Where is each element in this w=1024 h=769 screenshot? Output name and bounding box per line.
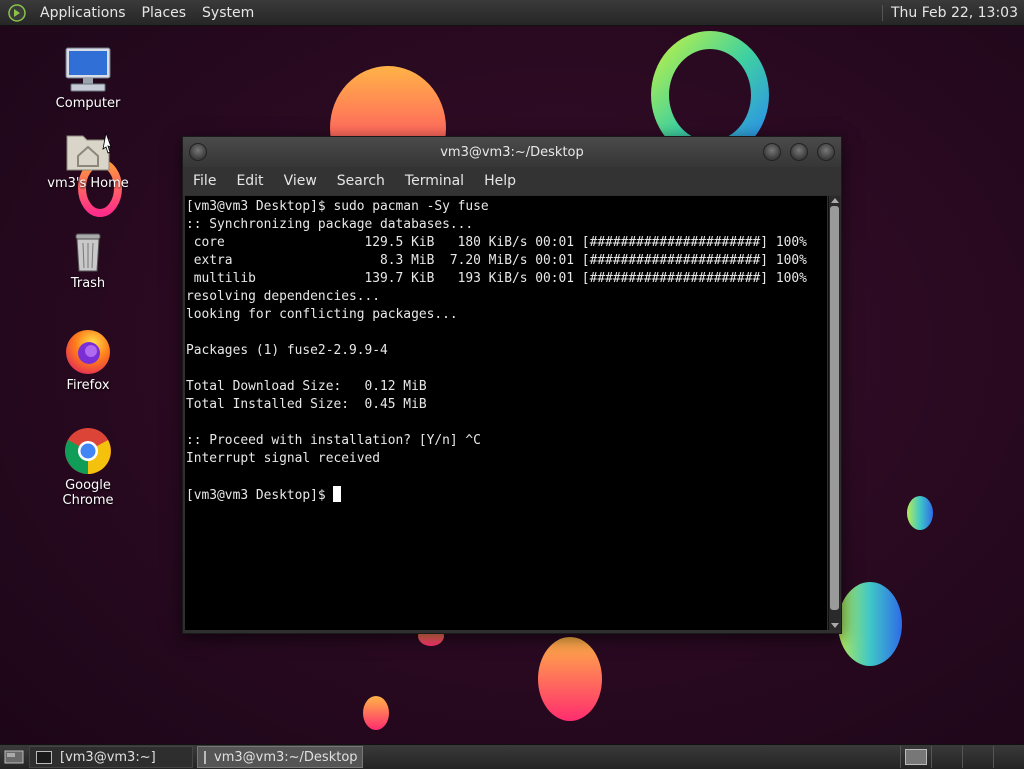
trash-icon xyxy=(75,233,101,272)
desktop-icon-computer[interactable]: Computer xyxy=(38,46,138,111)
menu-applications[interactable]: Applications xyxy=(32,5,134,21)
terminal-menubar: File Edit View Search Terminal Help xyxy=(183,167,841,195)
firefox-icon xyxy=(66,330,110,374)
window-menu-button[interactable] xyxy=(189,143,207,161)
terminal-prompt: [vm3@vm3 Desktop]$ xyxy=(186,488,334,503)
taskbar-item-desktop-terminal[interactable]: vm3@vm3:~/Desktop xyxy=(197,746,363,768)
terminal-scrollbar[interactable] xyxy=(828,196,840,630)
minimize-button[interactable] xyxy=(763,143,781,161)
workspace-2[interactable] xyxy=(931,746,962,768)
close-button[interactable] xyxy=(817,143,835,161)
terminal-icon xyxy=(204,750,206,764)
menu-file[interactable]: File xyxy=(183,173,226,189)
desktop-icon-label: vm3's Home xyxy=(47,176,129,191)
terminal-lines: [vm3@vm3 Desktop]$ sudo pacman -Sy fuse … xyxy=(186,199,807,503)
desktop-icon-trash[interactable]: Trash xyxy=(38,228,138,291)
computer-icon xyxy=(65,47,111,92)
terminal-output[interactable]: [vm3@vm3 Desktop]$ sudo pacman -Sy fuse … xyxy=(185,196,827,630)
menu-edit[interactable]: Edit xyxy=(226,173,273,189)
scroll-up-icon[interactable] xyxy=(831,198,839,203)
desktop-icon-home[interactable]: vm3's Home xyxy=(38,128,138,191)
workspace-thumbnail xyxy=(905,749,927,765)
workspace-4[interactable] xyxy=(993,746,1024,768)
maximize-button[interactable] xyxy=(790,143,808,161)
desktop-icon-label: Google Chrome xyxy=(62,478,114,508)
desktop-icon-firefox[interactable]: Firefox xyxy=(38,326,138,393)
menu-help[interactable]: Help xyxy=(474,173,526,189)
show-desktop-icon[interactable] xyxy=(3,748,25,766)
window-titlebar[interactable]: vm3@vm3:~/Desktop xyxy=(183,137,841,167)
home-folder-icon xyxy=(66,131,112,171)
workspace-switcher xyxy=(900,746,1024,768)
chrome-icon xyxy=(65,428,111,474)
taskbar-item-label: vm3@vm3:~/Desktop xyxy=(214,749,358,765)
clock[interactable]: Thu Feb 22, 13:03 xyxy=(881,4,1018,21)
taskbar-item-home-terminal[interactable]: [vm3@vm3:~] xyxy=(29,746,193,768)
text-cursor xyxy=(333,486,342,502)
menu-system[interactable]: System xyxy=(194,5,262,21)
menu-view[interactable]: View xyxy=(274,173,327,189)
terminal-window[interactable]: vm3@vm3:~/Desktop File Edit View Search … xyxy=(182,136,842,634)
terminal-icon xyxy=(36,750,52,764)
desktop-icon-chrome[interactable]: Google Chrome xyxy=(38,426,138,508)
scrollbar-thumb[interactable] xyxy=(830,206,839,610)
workspace-3[interactable] xyxy=(962,746,993,768)
desktop-icon-label: Computer xyxy=(55,96,121,111)
desktop-icon-label: Firefox xyxy=(66,378,110,393)
desktop-icon-label: Trash xyxy=(70,276,106,291)
menu-places[interactable]: Places xyxy=(134,5,195,21)
taskbar-item-label: [vm3@vm3:~] xyxy=(60,749,156,765)
workspace-1[interactable] xyxy=(900,746,931,768)
menu-terminal[interactable]: Terminal xyxy=(395,173,474,189)
menu-search[interactable]: Search xyxy=(327,173,395,189)
top-panel: Applications Places System Thu Feb 22, 1… xyxy=(0,0,1024,26)
scroll-down-icon[interactable] xyxy=(831,623,839,628)
distro-logo-icon[interactable] xyxy=(8,3,26,22)
window-title: vm3@vm3:~/Desktop xyxy=(440,144,584,160)
bottom-panel: [vm3@vm3:~] vm3@vm3:~/Desktop xyxy=(0,744,1024,769)
